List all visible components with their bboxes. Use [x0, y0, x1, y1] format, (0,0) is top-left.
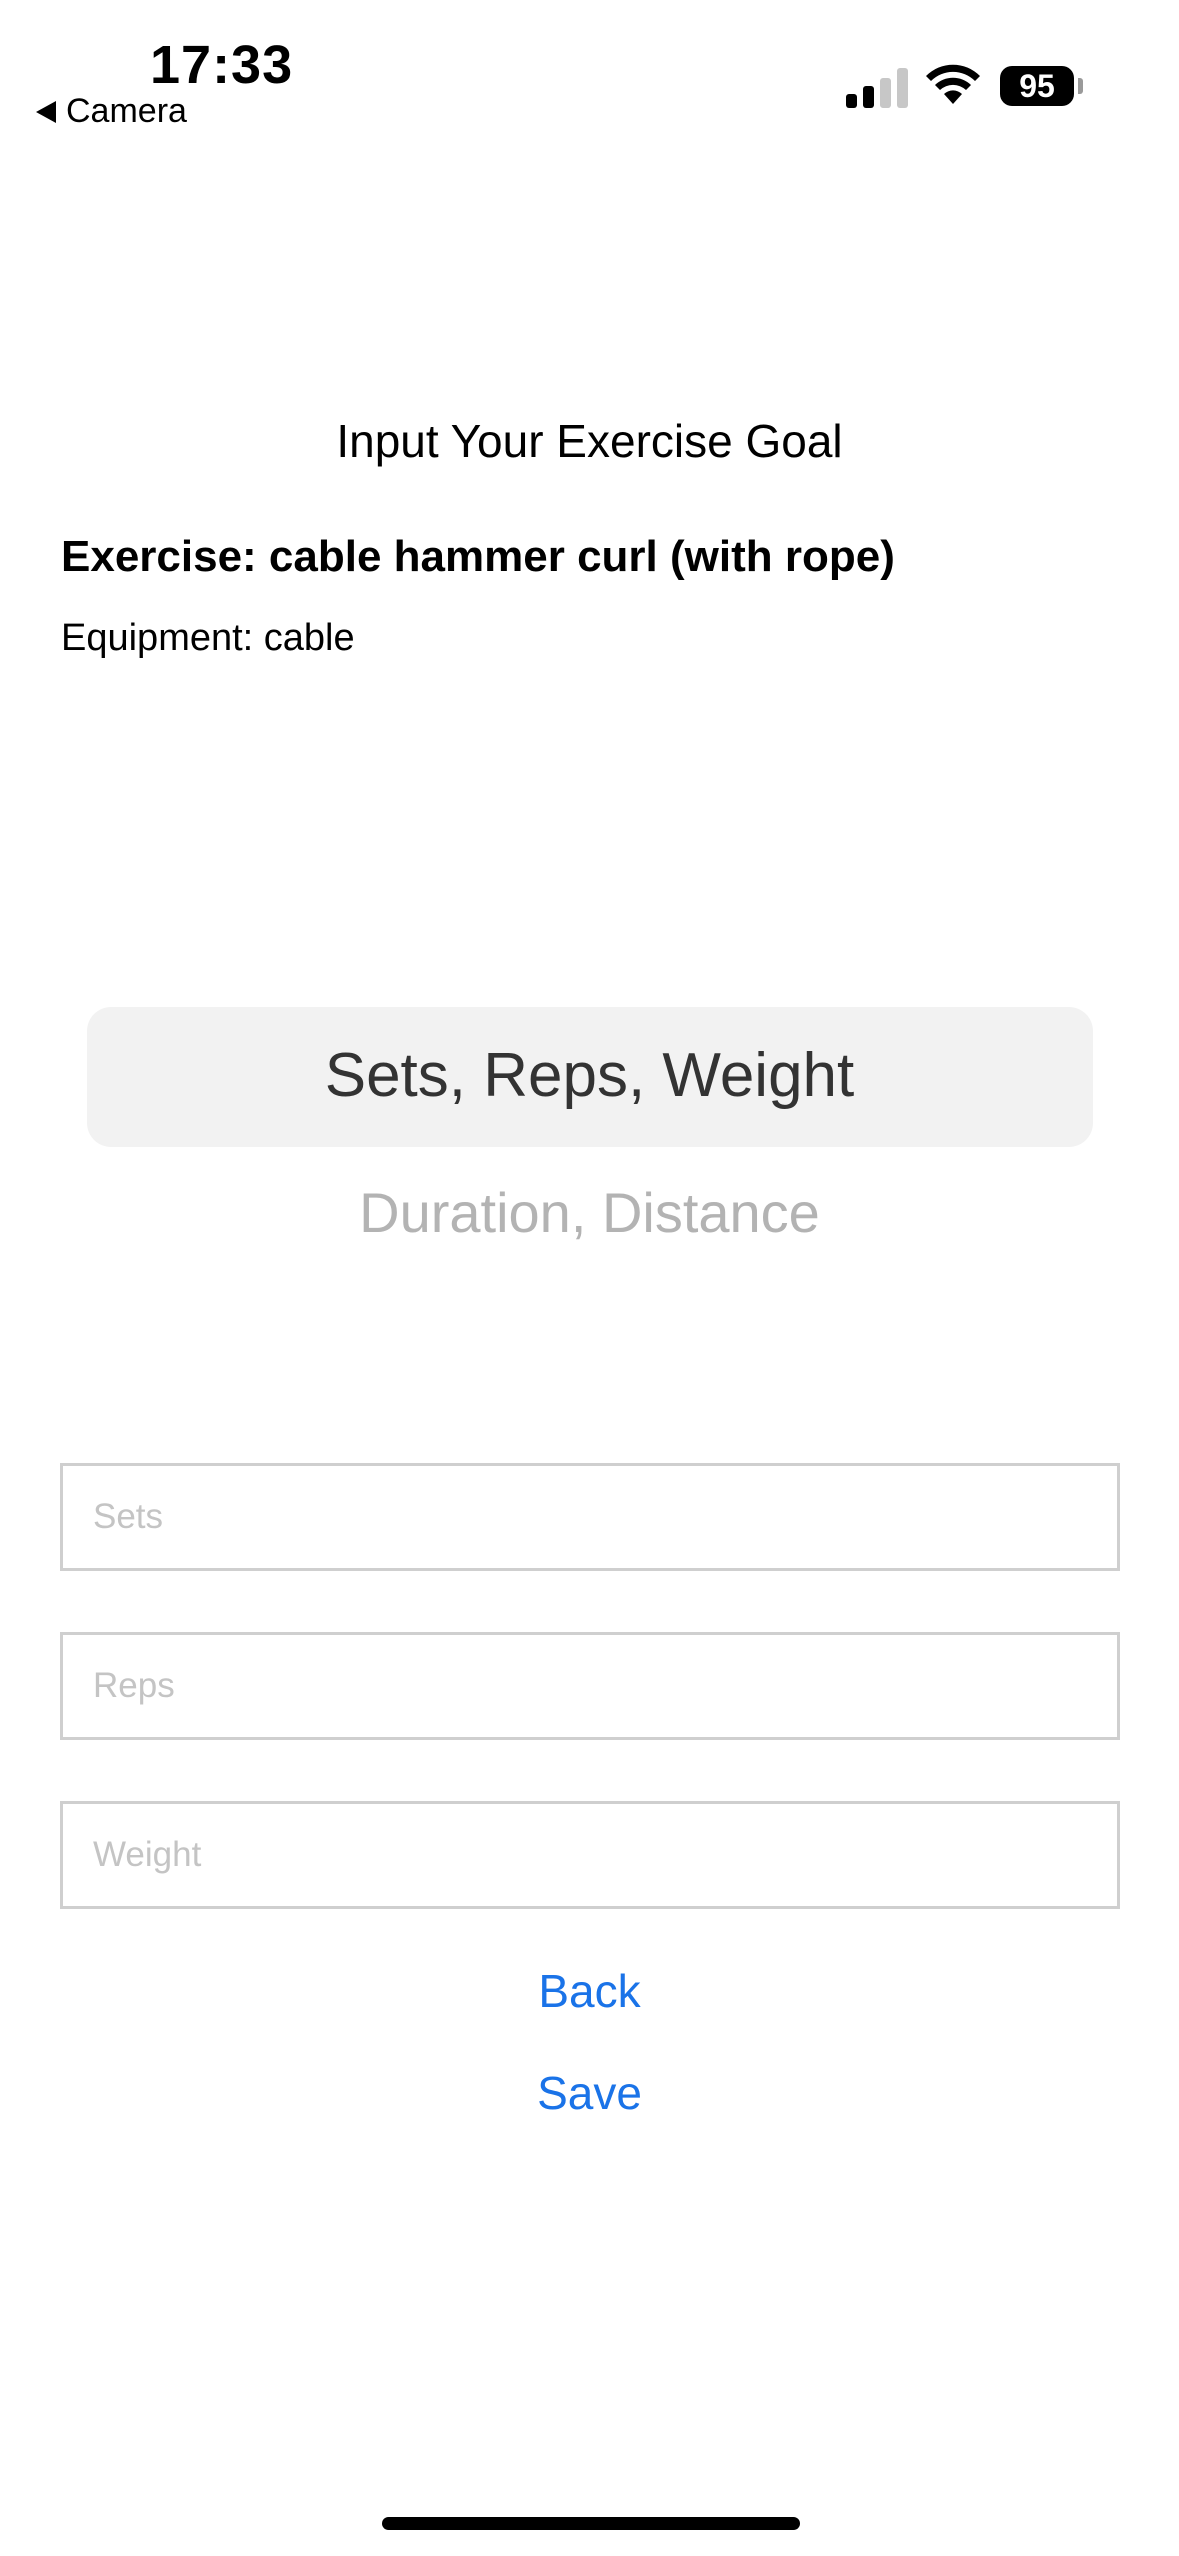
- sets-input[interactable]: [60, 1463, 1120, 1571]
- picker-option-sets-reps-weight[interactable]: Sets, Reps, Weight: [0, 1040, 1179, 1111]
- battery-level: 95: [1019, 67, 1055, 104]
- page-title: Input Your Exercise Goal: [336, 415, 843, 467]
- back-button[interactable]: Back: [0, 1964, 1179, 2018]
- equipment-label: Equipment: cable: [61, 617, 355, 659]
- back-to-app-button[interactable]: Camera: [36, 92, 187, 131]
- back-app-label: Camera: [66, 92, 187, 130]
- save-button[interactable]: Save: [0, 2066, 1179, 2120]
- home-indicator[interactable]: [382, 2517, 800, 2530]
- wifi-icon: [926, 64, 980, 104]
- picker-option-duration-distance[interactable]: Duration, Distance: [0, 1180, 1179, 1245]
- exercise-name: Exercise: cable hammer curl (with rope): [61, 532, 895, 581]
- back-triangle-icon: [36, 100, 56, 123]
- battery-icon: 95: [1000, 66, 1074, 106]
- cellular-signal-icon: [846, 66, 908, 108]
- reps-input[interactable]: [60, 1632, 1120, 1740]
- status-time: 17:33: [150, 35, 294, 95]
- weight-input[interactable]: [60, 1801, 1120, 1909]
- battery-tip: [1078, 78, 1083, 94]
